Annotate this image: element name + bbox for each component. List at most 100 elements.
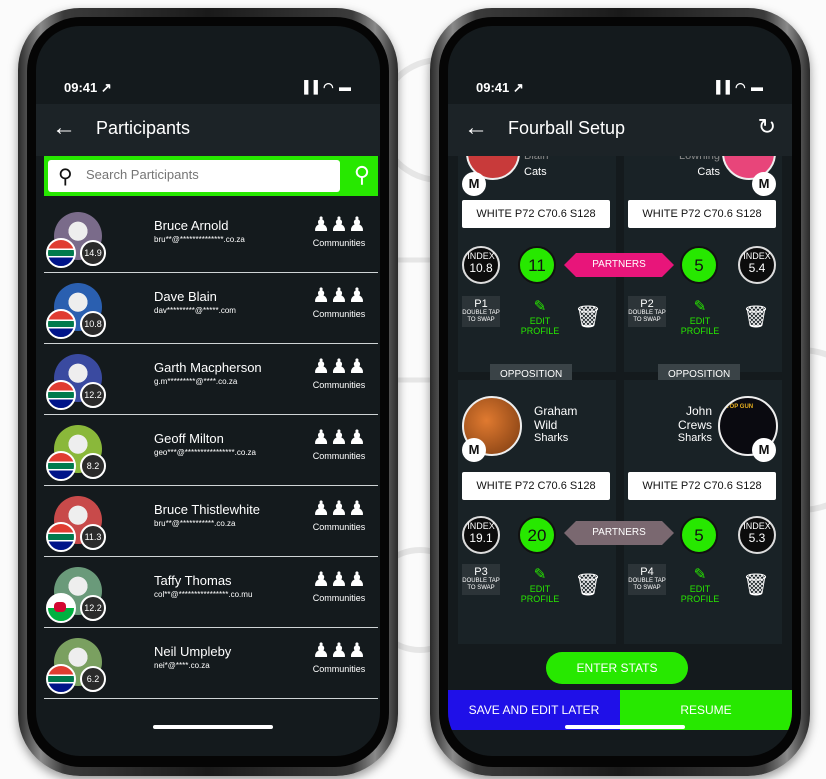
fourball-content: M Blain Cats WHITE P72 C70.6 S128 INDEX … [458, 156, 782, 644]
participant-row[interactable]: 10.8 Dave Blain dav*********@*****.com ♟♟♟ C… [44, 273, 378, 344]
communities-button[interactable]: ♟♟♟ Communities [306, 214, 372, 248]
playing-handicap[interactable]: 5 [680, 516, 718, 554]
gender-badge: M [462, 438, 486, 462]
communities-label: Communities [312, 593, 366, 603]
back-arrow-icon[interactable]: ← [464, 114, 488, 142]
communities-button[interactable]: ♟♟♟ Communities [306, 498, 372, 532]
position-swap[interactable]: P1 DOUBLE TAP TO SWAP [462, 296, 500, 327]
position-swap[interactable]: P3 DOUBLE TAP TO SWAP [462, 564, 500, 595]
communities-label: Communities [312, 664, 366, 674]
player-first-name: Graham [534, 404, 578, 418]
home-indicator[interactable] [153, 725, 273, 729]
participant-row[interactable]: 14.9 Bruce Arnold bru**@**************.co.… [44, 202, 378, 273]
country-flag-icon [46, 522, 76, 552]
communities-button[interactable]: ♟♟♟ Communities [306, 569, 372, 603]
search-submit-icon[interactable]: ⚲ [354, 162, 370, 188]
edit-profile-button[interactable]: ✎ EDIT PROFILE [520, 298, 560, 336]
communities-icon: ♟♟♟ [312, 427, 366, 449]
communities-button[interactable]: ♟♟♟ Communities [306, 356, 372, 390]
edit-profile-button[interactable]: ✎ EDIT PROFILE [680, 298, 720, 336]
app-header: ← Fourball Setup ↻ [448, 104, 792, 156]
participant-name: Geoff Milton [154, 431, 224, 446]
player-last-name: Wild [534, 418, 558, 432]
participant-row[interactable]: 12.2 Taffy Thomas col**@****************.c… [44, 557, 378, 628]
edit-label: EDIT PROFILE [680, 316, 720, 336]
edit-icon: ✎ [533, 298, 547, 315]
index-label: INDEX [743, 251, 771, 261]
position-label: P2 [640, 298, 654, 310]
playing-handicap[interactable]: 20 [518, 516, 556, 554]
status-icons: ▐▐ ◠ ▬ [711, 80, 764, 94]
participant-name: Taffy Thomas [154, 573, 232, 588]
resume-button[interactable]: RESUME [620, 690, 792, 730]
communities-button[interactable]: ♟♟♟ Communities [306, 640, 372, 674]
handicap-badge: 8.2 [80, 453, 106, 479]
participant-row[interactable]: 6.2 Neil Umpleby nei*@****.co.za ♟♟♟ Communi… [44, 628, 378, 699]
search-box: ⚲ [48, 160, 340, 192]
player-first-name: John [685, 404, 712, 418]
communities-button[interactable]: ♟♟♟ Communities [306, 285, 372, 319]
phone-participants: 09:41 ↗ ▐▐ ◠ ▬ ← Participants ⚲ ⚲ 14.9 Br… [18, 8, 398, 776]
playing-handicap[interactable]: 5 [680, 246, 718, 284]
swap-hint: DOUBLE TAP TO SWAP [628, 578, 666, 591]
country-flag-icon [46, 380, 76, 410]
status-bar: 09:41 ↗ ▐▐ ◠ ▬ [36, 80, 380, 102]
partners-tag: PARTNERS [564, 253, 674, 277]
swap-hint: DOUBLE TAP TO SWAP [462, 310, 500, 323]
tee-info[interactable]: WHITE P72 C70.6 S128 [628, 472, 776, 500]
trash-icon[interactable]: 🗑 [742, 304, 770, 330]
communities-label: Communities [312, 522, 366, 532]
index-label: INDEX [467, 521, 495, 531]
tee-info[interactable]: WHITE P72 C70.6 S128 [462, 472, 610, 500]
edit-label: EDIT PROFILE [680, 584, 720, 604]
position-swap[interactable]: P4 DOUBLE TAP TO SWAP [628, 564, 666, 595]
position-label: P3 [474, 566, 488, 578]
enter-stats-button[interactable]: ENTER STATS [546, 652, 688, 684]
tee-info[interactable]: WHITE P72 C70.6 S128 [628, 200, 776, 228]
playing-handicap[interactable]: 11 [518, 246, 556, 284]
communities-label: Communities [312, 309, 366, 319]
home-indicator[interactable] [565, 725, 685, 729]
index-value: 10.8 [469, 261, 493, 275]
position-label: P4 [640, 566, 654, 578]
edit-profile-button[interactable]: ✎ EDIT PROFILE [680, 566, 720, 604]
trash-icon[interactable]: 🗑 [742, 572, 770, 598]
country-flag-icon [46, 238, 76, 268]
search-icon: ⚲ [58, 166, 73, 188]
index-badge: INDEX 5.3 [738, 516, 776, 554]
participant-row[interactable]: 12.2 Garth Macpherson g.m*********@****.co… [44, 344, 378, 415]
player-club: Sharks [677, 432, 712, 444]
edit-icon: ✎ [533, 566, 547, 583]
refresh-icon[interactable]: ↻ [758, 114, 776, 140]
player-card-p3: M Graham Wild Sharks WHITE P72 C70.6 S12… [458, 380, 616, 644]
participant-row[interactable]: 11.3 Bruce Thistlewhite bru**@***********.… [44, 486, 378, 557]
position-swap[interactable]: P2 DOUBLE TAP TO SWAP [628, 296, 666, 327]
status-time: 09:41 ↗ [476, 80, 524, 95]
tee-info[interactable]: WHITE P72 C70.6 S128 [462, 200, 610, 228]
gender-badge: M [462, 172, 486, 196]
partners-label: PARTNERS [592, 259, 646, 270]
swap-hint: DOUBLE TAP TO SWAP [628, 310, 666, 323]
participant-email: bru**@***********.co.za [154, 519, 236, 528]
player-card-p4: TOP GUN M John Crews Sharks WHITE P72 C7… [624, 380, 782, 644]
save-and-edit-later-button[interactable]: SAVE AND EDIT LATER [448, 690, 620, 730]
country-flag-icon [46, 593, 76, 623]
handicap-badge: 10.8 [80, 311, 106, 337]
communities-icon: ♟♟♟ [312, 640, 366, 662]
back-arrow-icon[interactable]: ← [52, 114, 76, 142]
edit-icon: ✎ [693, 298, 707, 315]
communities-label: Communities [312, 451, 366, 461]
player-name-partial: Lowning Cats [679, 156, 720, 178]
handicap-badge: 12.2 [80, 595, 106, 621]
communities-icon: ♟♟♟ [312, 285, 366, 307]
edit-profile-button[interactable]: ✎ EDIT PROFILE [520, 566, 560, 604]
search-input[interactable] [84, 166, 328, 183]
participant-row[interactable]: 8.2 Geoff Milton geo***@****************.c… [44, 415, 378, 486]
status-time: 09:41 ↗ [64, 80, 112, 95]
player-club: Cats [524, 166, 547, 178]
trash-icon[interactable]: 🗑 [574, 572, 602, 598]
participant-email: g.m*********@****.co.za [154, 377, 238, 386]
page-title: Participants [96, 118, 191, 138]
trash-icon[interactable]: 🗑 [574, 304, 602, 330]
communities-button[interactable]: ♟♟♟ Communities [306, 427, 372, 461]
